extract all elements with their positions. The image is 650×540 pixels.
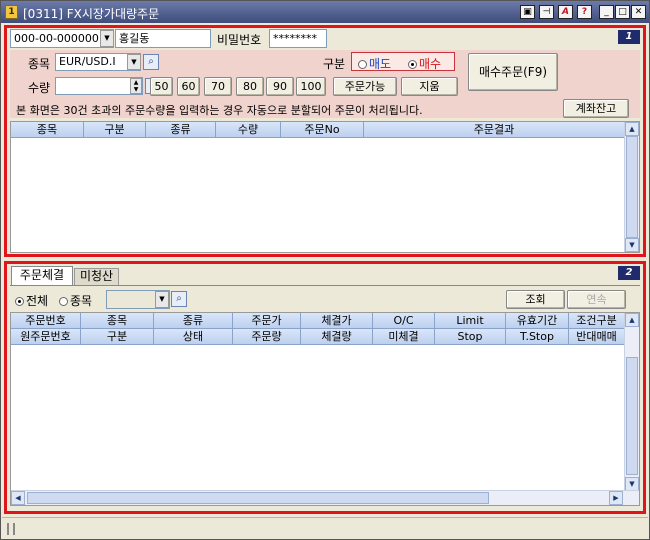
col-header-status: 상태 bbox=[154, 329, 233, 345]
scroll-thumb[interactable] bbox=[626, 357, 638, 475]
password-field[interactable]: ******** bbox=[269, 29, 327, 48]
col-header-side: 구분 bbox=[81, 329, 154, 345]
tab-open-positions[interactable]: 미청산 bbox=[74, 268, 119, 285]
window-title: [0311] FX시장가대량주문 bbox=[23, 7, 160, 21]
col-header-quantity: 수량 bbox=[216, 122, 281, 138]
continue-button[interactable]: 연속 bbox=[567, 290, 626, 309]
minimize-icon[interactable]: _ bbox=[599, 5, 614, 19]
qty-preset-70[interactable]: 70 bbox=[204, 77, 232, 96]
col-header-type: 종류 bbox=[146, 122, 216, 138]
tab-executions[interactable]: 주문체결 bbox=[11, 266, 73, 285]
scroll-up-icon[interactable]: ▲ bbox=[625, 313, 639, 327]
col-header-unfilled: 미체결 bbox=[373, 329, 435, 345]
col-header-order-type: 종류 bbox=[154, 313, 233, 329]
qty-preset-80[interactable]: 80 bbox=[236, 77, 264, 96]
quantity-stepper-icon[interactable]: ▲ ▼ bbox=[130, 78, 142, 94]
scroll-thumb[interactable] bbox=[626, 136, 638, 238]
main-window: 1 [0311] FX시장가대량주문 ▣ ⊣ A ? _ □ ✕ 1 000-0… bbox=[0, 0, 650, 540]
font-icon[interactable]: A bbox=[558, 5, 573, 19]
execution-section: 2 주문체결 미청산 전체 종목 ▼ ⌕ 조회 연속 주문번호 종목 종류 주문가 체결… bbox=[4, 261, 646, 514]
filter-all-radio[interactable]: 전체 bbox=[15, 292, 48, 309]
available-qty-button[interactable]: 주문가능 bbox=[333, 77, 397, 96]
side-label: 구분 bbox=[323, 57, 346, 71]
save-layout-icon[interactable]: ▣ bbox=[520, 5, 535, 19]
symbol-label: 종목 bbox=[28, 57, 51, 71]
col-header-order-qty: 주문량 bbox=[233, 329, 301, 345]
order-form-panel: 종목 EUR/USD.I ▼ ⌕ 구분 매도 매수 매수주문(F9) 수량 ▲ ▼… bbox=[10, 50, 640, 118]
col-header-side: 구분 bbox=[84, 122, 146, 138]
scroll-up-icon[interactable]: ▲ bbox=[625, 122, 639, 136]
chevron-down-icon[interactable]: ▼ bbox=[100, 30, 114, 47]
title-bar[interactable]: 1 [0311] FX시장가대량주문 ▣ ⊣ A ? _ □ ✕ bbox=[1, 1, 649, 23]
section-badge-1: 1 bbox=[618, 30, 640, 44]
qty-preset-60[interactable]: 60 bbox=[177, 77, 200, 96]
section-badge-2: 2 bbox=[618, 266, 640, 280]
clear-button[interactable]: 지움 bbox=[401, 77, 458, 96]
col-header-fill-price: 체결가 bbox=[301, 313, 373, 329]
search-icon[interactable]: ⌕ bbox=[143, 54, 159, 70]
account-name-field: 홍길동 bbox=[115, 29, 211, 48]
buy-order-button[interactable]: 매수주문(F9) bbox=[468, 53, 558, 91]
col-header-fill-qty: 체결량 bbox=[301, 329, 373, 345]
account-select[interactable]: 000-00-000000 bbox=[10, 29, 114, 48]
scroll-down-icon[interactable]: ▼ bbox=[625, 477, 639, 491]
scroll-down-icon[interactable]: ▼ bbox=[625, 238, 639, 252]
col-header-validity: 유효기간 bbox=[506, 313, 569, 329]
col-header-open-close: O/C bbox=[373, 313, 435, 329]
vertical-scrollbar[interactable]: ▲ ▼ bbox=[624, 313, 639, 491]
chevron-down-icon[interactable]: ▼ bbox=[155, 291, 169, 308]
col-header-order-no: 주문No bbox=[281, 122, 364, 138]
col-header-stop: Stop bbox=[435, 329, 506, 345]
col-header-limit: Limit bbox=[435, 313, 506, 329]
vertical-scrollbar[interactable]: ▲ ▼ bbox=[624, 122, 639, 252]
maximize-icon[interactable]: □ bbox=[615, 5, 630, 19]
scroll-thumb[interactable] bbox=[27, 492, 489, 504]
search-icon[interactable]: ⌕ bbox=[171, 291, 187, 307]
account-balance-button[interactable]: 계좌잔고 bbox=[563, 99, 629, 118]
password-label: 비밀번호 bbox=[217, 33, 262, 47]
filter-symbol-radio[interactable]: 종목 bbox=[59, 292, 92, 309]
col-header-order-no: 주문번호 bbox=[11, 313, 81, 329]
app-icon: 1 bbox=[5, 5, 18, 19]
pin-icon[interactable]: ⊣ bbox=[539, 5, 554, 19]
execution-grid[interactable]: 주문번호 종목 종류 주문가 체결가 O/C Limit 유효기간 조건구분 원주문번호 구분 상태… bbox=[10, 312, 640, 506]
qty-preset-50[interactable]: 50 bbox=[150, 77, 173, 96]
qty-preset-90[interactable]: 90 bbox=[266, 77, 294, 96]
status-bar bbox=[2, 517, 648, 539]
col-header-reverse-trade: 반대매매 bbox=[569, 329, 625, 345]
close-icon[interactable]: ✕ bbox=[631, 5, 646, 19]
col-header-condition-type: 조건구분 bbox=[569, 313, 625, 329]
resize-grip-icon[interactable] bbox=[7, 523, 15, 535]
order-entry-section: 1 000-00-000000 ▼ 홍길동 비밀번호 ******** 종목 E… bbox=[4, 25, 646, 257]
col-header-order-result: 주문결과 bbox=[364, 122, 625, 138]
col-header-order-price: 주문가 bbox=[233, 313, 301, 329]
sell-radio[interactable]: 매도 bbox=[358, 55, 391, 72]
quantity-label: 수량 bbox=[28, 81, 51, 95]
col-header-symbol: 종목 bbox=[81, 313, 154, 329]
buy-radio[interactable]: 매수 bbox=[408, 55, 441, 72]
col-header-orig-order-no: 원주문번호 bbox=[11, 329, 81, 345]
query-button[interactable]: 조회 bbox=[506, 290, 565, 309]
side-radio-group: 매도 매수 bbox=[351, 52, 455, 71]
split-order-notice: 본 화면은 30건 초과의 주문수량을 입력하는 경우 자동으로 분할되어 주문… bbox=[16, 104, 423, 117]
help-icon[interactable]: ? bbox=[577, 5, 592, 19]
scroll-left-icon[interactable]: ◀ bbox=[11, 491, 25, 505]
col-header-symbol: 종목 bbox=[11, 122, 84, 138]
order-result-grid[interactable]: 종목 구분 종류 수량 주문No 주문결과 ▲ ▼ bbox=[10, 121, 640, 253]
scroll-right-icon[interactable]: ▶ bbox=[609, 491, 623, 505]
qty-preset-100[interactable]: 100 bbox=[296, 77, 326, 96]
chevron-down-icon[interactable]: ▼ bbox=[127, 54, 141, 70]
horizontal-scrollbar[interactable]: ◀ ▶ bbox=[11, 490, 639, 505]
col-header-trailing-stop: T.Stop bbox=[506, 329, 569, 345]
